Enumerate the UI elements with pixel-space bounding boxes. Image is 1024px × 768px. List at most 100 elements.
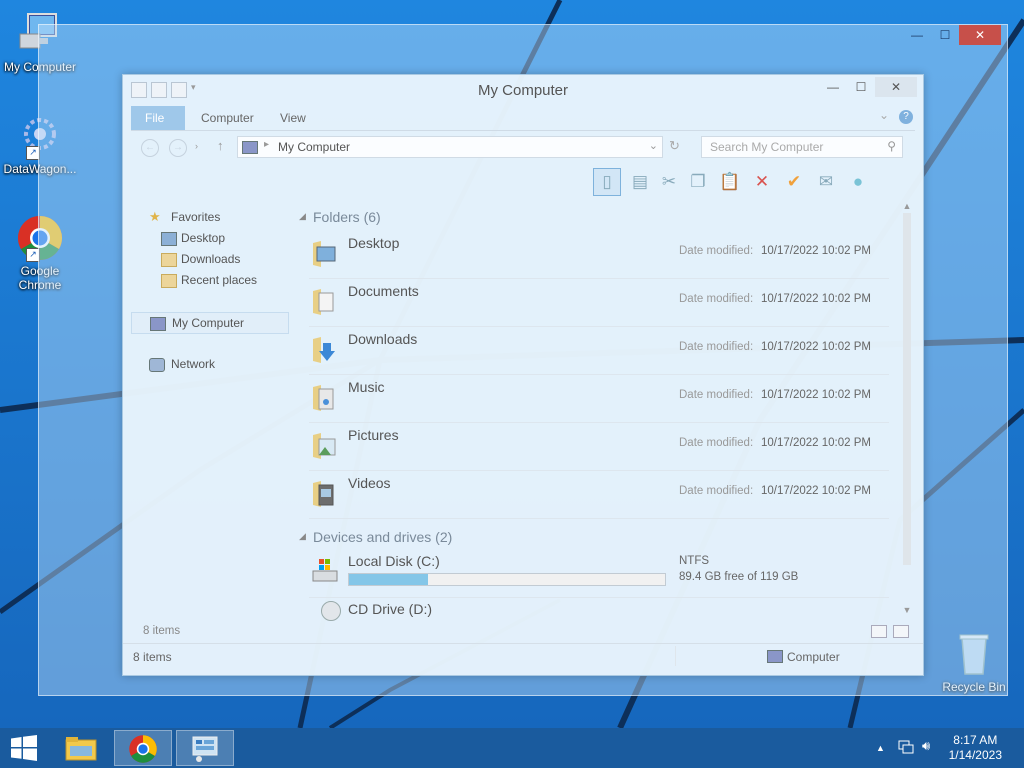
drive-name: Local Disk (C:) [348, 553, 440, 569]
nav-item-network[interactable]: Network [131, 354, 287, 374]
help-icon[interactable]: ? [899, 110, 913, 124]
taskbar-my-computer[interactable] [176, 730, 234, 766]
outer-minimize-button[interactable]: — [903, 25, 931, 45]
date-label: Date modified: [679, 485, 754, 497]
maximize-button[interactable]: ☐ [847, 77, 875, 97]
breadcrumb-arrow-icon[interactable]: ▸ [264, 139, 269, 150]
paste-icon[interactable]: 📋 [717, 169, 743, 195]
date-value: 10/17/2022 10:02 PM [761, 245, 871, 257]
navigation-bar: ← → › ↑ ▸ My Computer ⌄ ↻ Search My Comp… [131, 135, 915, 159]
status-item-count: 8 items [133, 650, 172, 664]
drive-name: CD Drive (D:) [348, 601, 432, 617]
start-button[interactable] [0, 730, 48, 766]
folder-row-desktop[interactable]: Desktop Date modified: 10/17/2022 10:02 … [309, 231, 889, 279]
large-icons-view-icon[interactable] [893, 625, 909, 638]
date-label: Date modified: [679, 293, 754, 305]
network-share-icon[interactable]: ● [845, 169, 871, 195]
folder-name: Documents [348, 283, 419, 299]
nav-item-desktop[interactable]: Desktop [131, 228, 287, 248]
computer-small-icon [242, 141, 258, 154]
preview-pane-icon[interactable]: ▯ [593, 168, 621, 196]
group-title: Folders (6) [313, 209, 381, 225]
date-value: 10/17/2022 10:02 PM [761, 485, 871, 497]
collapse-icon[interactable]: ◢ [299, 531, 306, 542]
drive-filesystem: NTFS [679, 555, 710, 567]
address-bar[interactable]: ▸ My Computer ⌄ [237, 136, 663, 158]
folder-name: Pictures [348, 427, 399, 443]
group-header-devices[interactable]: ◢ Devices and drives (2) [299, 527, 889, 547]
drive-row-cd-drive[interactable]: CD Drive (D:) [309, 599, 889, 625]
back-button[interactable]: ← [141, 139, 159, 157]
show-hidden-icons[interactable]: ▲ [876, 743, 885, 753]
outer-close-button[interactable]: ✕ [959, 25, 1001, 45]
group-header-folders[interactable]: ◢ Folders (6) [299, 207, 889, 227]
copy-icon[interactable]: ❐ [685, 169, 711, 195]
nav-item-favorites[interactable]: ★ Favorites [131, 207, 287, 227]
vertical-scrollbar[interactable]: ▲ ▼ [901, 201, 913, 621]
close-button[interactable]: ✕ [875, 77, 917, 97]
status-bar: 8 items Computer [123, 643, 923, 668]
title-bar[interactable]: ▾ My Computer — ☐ ✕ [123, 75, 923, 105]
collapse-icon[interactable]: ◢ [299, 211, 306, 222]
rename-icon[interactable]: ✔ [781, 169, 807, 195]
folder-row-downloads[interactable]: Downloads Date modified: 10/17/2022 10:0… [309, 327, 889, 375]
scroll-up-icon[interactable]: ▲ [901, 201, 913, 211]
taskbar-file-explorer[interactable] [52, 730, 110, 766]
star-icon: ★ [149, 209, 161, 224]
folder-row-videos[interactable]: Videos Date modified: 10/17/2022 10:02 P… [309, 471, 889, 519]
tab-view[interactable]: View [266, 106, 320, 130]
taskbar-chrome[interactable] [114, 730, 172, 766]
explorer-window: ▾ My Computer — ☐ ✕ File Computer View ⌄… [122, 74, 924, 676]
folder-name: Music [348, 379, 385, 395]
clock-date: 1/14/2023 [948, 748, 1002, 762]
address-dropdown-icon[interactable]: ⌄ [649, 139, 658, 152]
email-icon[interactable]: ✉ [813, 169, 839, 195]
tab-file[interactable]: File [131, 106, 185, 130]
clock[interactable]: 8:17 AM 1/14/2023 [949, 733, 1002, 763]
properties-icon[interactable]: ▤ [627, 169, 653, 195]
view-switcher [871, 625, 909, 638]
scrollbar-thumb[interactable] [903, 213, 911, 565]
tab-computer[interactable]: Computer [187, 106, 268, 130]
scroll-down-icon[interactable]: ▼ [901, 605, 913, 615]
window-title: My Computer [477, 82, 569, 99]
delete-icon[interactable]: ✕ [749, 169, 775, 195]
cut-icon[interactable]: ✂ [659, 169, 679, 195]
refresh-icon[interactable]: ↻ [669, 138, 680, 154]
breadcrumb-my-computer[interactable]: My Computer [278, 140, 350, 154]
control-panel-icon [192, 736, 218, 762]
folder-name: Downloads [348, 331, 418, 347]
computer-small-icon [767, 650, 783, 663]
date-value: 10/17/2022 10:02 PM [761, 341, 871, 353]
recent-dropdown-icon[interactable]: › [195, 141, 198, 151]
computer-small-icon [150, 317, 166, 331]
network-tray-icon[interactable] [898, 740, 914, 757]
divider [469, 537, 889, 538]
file-explorer-icon [65, 737, 97, 761]
date-value: 10/17/2022 10:02 PM [761, 437, 871, 449]
folder-name: Videos [348, 475, 391, 491]
search-icon[interactable]: ⚲ [887, 139, 896, 153]
command-toolbar: ▯ ▤ ✂ ❐ 📋 ✕ ✔ ✉ ● [593, 167, 871, 197]
nav-item-recent-places[interactable]: Recent places [131, 270, 287, 290]
nav-item-my-computer[interactable]: My Computer [131, 312, 289, 334]
nav-item-label: Network [171, 357, 216, 371]
folder-row-pictures[interactable]: Pictures Date modified: 10/17/2022 10:02… [309, 423, 889, 471]
expand-ribbon-icon[interactable]: ⌄ [879, 108, 889, 122]
folder-row-documents[interactable]: Documents Date modified: 10/17/2022 10:0… [309, 279, 889, 327]
documents-folder-icon [313, 289, 334, 315]
outer-maximize-button[interactable]: ☐ [931, 25, 959, 45]
folder-row-music[interactable]: Music Date modified: 10/17/2022 10:02 PM [309, 375, 889, 423]
cd-drive-icon [321, 601, 341, 621]
search-placeholder: Search My Computer [710, 140, 824, 154]
drive-usage-fill [349, 574, 428, 585]
nav-item-downloads[interactable]: Downloads [131, 249, 287, 269]
outer-window-controls: — ☐ ✕ [903, 25, 1001, 45]
forward-button[interactable]: → [169, 139, 187, 157]
search-input[interactable]: Search My Computer ⚲ [701, 136, 903, 158]
volume-icon[interactable]: 🔊︎ [922, 738, 930, 754]
drive-row-local-disk[interactable]: Local Disk (C:) NTFS 89.4 GB free of 119… [309, 551, 889, 598]
minimize-button[interactable]: — [819, 77, 847, 97]
up-button[interactable]: ↑ [217, 138, 224, 153]
details-view-icon[interactable] [871, 625, 887, 638]
